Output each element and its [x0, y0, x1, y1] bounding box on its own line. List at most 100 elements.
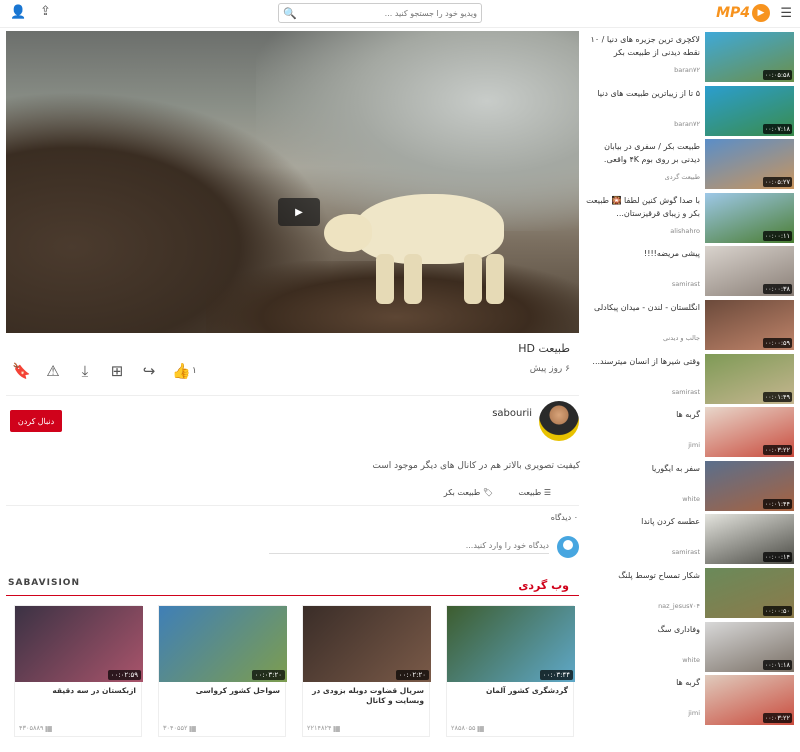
related-video-thumbnail[interactable]: ۰۰:۰۳:۲۲	[705, 675, 794, 726]
related-video-channel[interactable]: white	[682, 656, 700, 664]
play-button[interactable]: ▶	[278, 198, 320, 226]
related-video-thumbnail[interactable]: ۰۰:۰۰:۱۴	[705, 514, 794, 565]
site-logo[interactable]: MP4 ▶	[716, 4, 770, 22]
related-video-title[interactable]: با صدا گوش کنین لطفا 🎇 طبیعت بکر و زیبای…	[585, 195, 700, 221]
related-video-channel[interactable]: samirast	[672, 548, 700, 556]
download-icon[interactable]: ⤓	[76, 362, 94, 380]
related-video-duration: ۰۰:۰۷:۱۸	[762, 123, 792, 134]
related-video-title[interactable]: وفاداری سگ	[585, 624, 700, 637]
related-video-item[interactable]: ۰۰:۰۵:۲۷ طبیعت بکر / سفری در بیابان دیدنی…	[585, 137, 797, 191]
video-player[interactable]: ▶	[6, 31, 579, 333]
ad-thumbnail[interactable]: ۰۰:۰۲:۵۹	[15, 606, 143, 682]
related-video-thumbnail[interactable]: ۰۰:۰۰:۵۰	[705, 568, 794, 618]
hamburger-menu-icon[interactable]: ☰	[780, 6, 792, 21]
related-video-channel[interactable]: jimi	[688, 709, 700, 717]
ad-card[interactable]: ۰۰:۰۲:۲۰ سریال قضاوت دوبله بزودی در وبسای…	[302, 605, 431, 737]
related-video-item[interactable]: ۰۰:۰۵:۵۸ لاکچری ترین جزیره های دنیا / ۱۰ …	[585, 30, 797, 84]
related-video-channel[interactable]: baran۷۲	[674, 120, 700, 128]
related-video-duration: ۰۰:۰۵:۵۸	[762, 70, 792, 80]
channel-avatar[interactable]	[539, 401, 579, 441]
follow-button[interactable]: دنبال کردن	[10, 410, 62, 432]
related-video-duration: ۰۰:۰۳:۲۲	[762, 445, 792, 456]
report-icon[interactable]: ⚠	[44, 362, 62, 380]
ad-thumbnail[interactable]: ۰۰:۰۳:۲۰	[159, 606, 287, 682]
related-video-thumbnail[interactable]: ۰۰:۰۱:۴۴	[705, 460, 794, 511]
related-video-title[interactable]: ۵ تا از زیباترین طبیعت های دنیا	[585, 88, 700, 101]
search-input[interactable]	[297, 4, 477, 22]
related-video-item[interactable]: ۰۰:۰۳:۲۲ گربه ها jimi	[585, 405, 797, 459]
like-icon[interactable]: 👍	[172, 362, 191, 380]
related-video-title[interactable]: انگلستان - لندن - میدان پیکادلی	[585, 302, 700, 315]
related-video-duration: ۰۰:۰۱:۴۹	[762, 391, 792, 402]
related-video-channel[interactable]: alishahro	[670, 227, 700, 235]
related-video-channel[interactable]: طبیعت گردی	[665, 173, 700, 181]
channel-name[interactable]: sabourii	[492, 408, 532, 419]
like-count: ۱	[192, 366, 197, 376]
ad-title[interactable]: گردشگری کشور آلمان	[447, 682, 573, 700]
related-video-channel[interactable]: samirast	[672, 280, 700, 288]
polar-bear-image	[324, 189, 514, 309]
related-video-thumbnail[interactable]: ۰۰:۰۵:۵۸	[705, 32, 794, 82]
video-date: ۶ روز پیش	[529, 364, 570, 374]
related-video-thumbnail[interactable]: ۰۰:۰۵:۲۷	[705, 139, 794, 190]
category-tag[interactable]: ☰ طبیعت	[518, 488, 551, 497]
related-video-thumbnail[interactable]: ۰۰:۰۱:۴۹	[705, 353, 794, 404]
ad-card[interactable]: ۰۰:۰۲:۵۹ ازبکستان در سه دقیقه ۴۳۰۵۸۸۹ ▦	[14, 605, 143, 737]
related-video-item[interactable]: ۰۰:۰۰:۵۹ انگلستان - لندن - میدان پیکادلی ج…	[585, 298, 797, 352]
related-video-title[interactable]: شکار تمساح توسط پلنگ	[585, 570, 700, 583]
related-video-channel[interactable]: جالب و دیدنی	[663, 334, 700, 342]
related-video-item[interactable]: ۰۰:۰۷:۱۸ ۵ تا از زیباترین طبیعت های دنیا b…	[585, 84, 797, 138]
related-video-thumbnail[interactable]: ۰۰:۰۰:۳۸	[705, 246, 794, 297]
add-to-playlist-icon[interactable]: ⊞	[108, 362, 126, 380]
related-video-duration: ۰۰:۰۰:۵۹	[762, 338, 792, 348]
related-video-title[interactable]: عطسه کردن پاندا	[585, 516, 700, 529]
related-video-item[interactable]: ۰۰:۰۰:۳۸ پیشی مریضه!!!! samirast	[585, 244, 797, 298]
related-video-item[interactable]: ۰۰:۰۳:۲۲ گربه ها jimi	[585, 673, 797, 727]
search-icon[interactable]: 🔍	[283, 7, 297, 20]
related-video-thumbnail[interactable]: ۰۰:۰۳:۲۲	[705, 407, 794, 458]
ad-thumbnail[interactable]: ۰۰:۰۲:۲۰	[303, 606, 431, 682]
comment-form	[6, 534, 579, 558]
bookmark-icon[interactable]: 🔖	[12, 362, 31, 380]
search-box: 🔍	[278, 3, 482, 23]
related-video-title[interactable]: وقتی شیرها از انسان میترسند...	[585, 356, 700, 369]
related-video-title[interactable]: گربه ها	[585, 677, 700, 690]
related-video-thumbnail[interactable]: ۰۰:۰۱:۱۸	[705, 621, 794, 672]
related-video-item[interactable]: ۰۰:۰۱:۴۹ وقتی شیرها از انسان میترسند... sa…	[585, 352, 797, 406]
user-icon[interactable]: 👤	[10, 5, 26, 20]
related-video-item[interactable]: ۰۰:۰۱:۱۸ وفاداری سگ white	[585, 620, 797, 674]
related-video-channel[interactable]: naz_jesus۷۰۴	[658, 602, 700, 610]
ad-title[interactable]: سواحل کشور کرواسی	[159, 682, 285, 700]
related-video-thumbnail[interactable]: ۰۰:۰۰:۵۹	[705, 300, 794, 350]
related-video-item[interactable]: ۰۰:۰۰:۱۱ با صدا گوش کنین لطفا 🎇 طبیعت بکر…	[585, 191, 797, 245]
comment-input[interactable]	[269, 538, 549, 554]
related-video-title[interactable]: سفر به ایگوریا	[585, 463, 700, 476]
share-icon[interactable]: ↪	[140, 362, 158, 380]
related-video-title[interactable]: لاکچری ترین جزیره های دنیا / ۱۰ نقطه دید…	[585, 34, 700, 60]
upload-icon[interactable]: ⇪	[40, 4, 51, 19]
ad-card[interactable]: ۰۰:۰۳:۲۰ سواحل کشور کرواسی ۳۰۴۰۵۵۲ ▦	[158, 605, 287, 737]
related-video-item[interactable]: ۰۰:۰۰:۵۰ شکار تمساح توسط پلنگ naz_jesus۷۰۴	[585, 566, 797, 620]
related-video-item[interactable]: ۰۰:۰۰:۱۴ عطسه کردن پاندا samirast	[585, 512, 797, 566]
ad-duration: ۰۰:۰۳:۲۰	[251, 670, 285, 680]
related-video-channel[interactable]: jimi	[688, 441, 700, 449]
ad-meta: ۳۰۴۰۵۵۲	[163, 724, 188, 732]
related-video-title[interactable]: پیشی مریضه!!!!	[585, 248, 700, 261]
top-bar: ☰ MP4 ▶ 🔍 👤 ⇪	[0, 0, 800, 28]
related-video-title[interactable]: طبیعت بکر / سفری در بیابان دیدنی بر روی …	[585, 141, 700, 167]
related-video-thumbnail[interactable]: ۰۰:۰۰:۱۱	[705, 192, 794, 243]
related-video-thumbnail[interactable]: ۰۰:۰۷:۱۸	[705, 85, 794, 136]
related-video-channel[interactable]: samirast	[672, 388, 700, 396]
category-tag-label: طبیعت	[518, 488, 542, 497]
related-video-channel[interactable]: baran۷۲	[674, 66, 700, 74]
ad-title[interactable]: ازبکستان در سه دقیقه	[15, 682, 141, 700]
related-video-title[interactable]: گربه ها	[585, 409, 700, 422]
related-video-item[interactable]: ۰۰:۰۱:۴۴ سفر به ایگوریا white	[585, 459, 797, 513]
ad-title[interactable]: سریال قضاوت دوبله بزودی در وبسایت و کانا…	[303, 682, 429, 710]
ad-meta: ۴۳۰۵۸۸۹	[19, 724, 44, 732]
logo-text: MP4	[716, 5, 750, 21]
tag-link[interactable]: 🏷 طبیعت بکر	[444, 488, 493, 497]
ad-card[interactable]: ۰۰:۰۳:۴۴ گردشگری کشور آلمان ۲۸۵۸۰۵۵ ▦	[446, 605, 575, 737]
ad-thumbnail[interactable]: ۰۰:۰۳:۴۴	[447, 606, 575, 682]
related-video-channel[interactable]: white	[682, 495, 700, 503]
